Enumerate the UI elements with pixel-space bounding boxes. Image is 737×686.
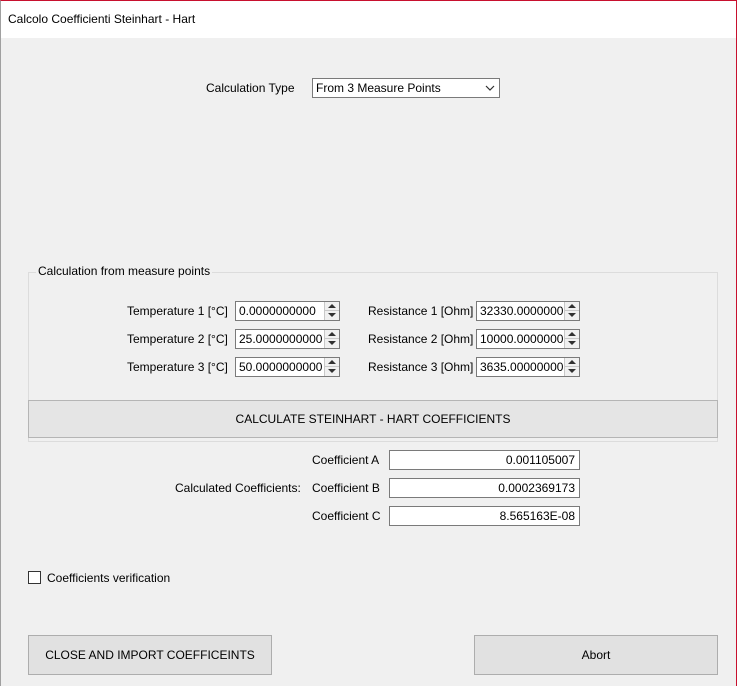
- resistance-3-input[interactable]: 3635.00000000: [476, 357, 580, 377]
- temperature-1-value: 0.0000000000: [239, 304, 316, 318]
- resistance-3-label: Resistance 3 [Ohm]: [368, 360, 474, 374]
- temperature-2-input[interactable]: 25.0000000000: [235, 329, 340, 349]
- resistance-3-value: 3635.00000000: [480, 360, 564, 374]
- resistance-2-spinner[interactable]: [564, 330, 579, 348]
- coefficients-verification-checkbox[interactable]: [28, 571, 41, 584]
- spin-down-icon[interactable]: [565, 367, 579, 376]
- coefficient-b-field[interactable]: 0.0002369173: [389, 478, 580, 498]
- coefficient-c-value: 8.565163E-08: [499, 509, 575, 523]
- coefficient-a-label: Coefficient A: [312, 453, 380, 467]
- spin-down-icon[interactable]: [565, 339, 579, 348]
- close-and-import-button[interactable]: CLOSE AND IMPORT COEFFICEINTS: [28, 635, 272, 675]
- spin-down-icon[interactable]: [325, 339, 339, 348]
- temperature-1-label: Temperature 1 [°C]: [127, 304, 228, 318]
- temperature-3-input[interactable]: 50.0000000000: [235, 357, 340, 377]
- spin-down-icon[interactable]: [325, 311, 339, 320]
- resistance-1-label: Resistance 1 [Ohm]: [368, 304, 474, 318]
- spin-up-icon[interactable]: [565, 358, 579, 367]
- coefficient-b-label: Coefficient B: [312, 481, 380, 495]
- resistance-3-spinner[interactable]: [564, 358, 579, 376]
- resistance-1-input[interactable]: 32330.0000000: [476, 301, 580, 321]
- coefficient-a-value: 0.001105007: [505, 453, 575, 467]
- temperature-1-spinner[interactable]: [324, 302, 339, 320]
- resistance-1-spinner[interactable]: [564, 302, 579, 320]
- steinhart-hart-dialog: Calcolo Coefficienti Steinhart - Hart Ca…: [0, 0, 737, 686]
- resistance-2-value: 10000.0000000: [480, 332, 564, 346]
- calculation-type-label: Calculation Type: [206, 81, 295, 95]
- temperature-3-value: 50.0000000000: [239, 360, 323, 374]
- calculation-type-selected: From 3 Measure Points: [316, 81, 441, 95]
- window-title: Calcolo Coefficienti Steinhart - Hart: [8, 12, 196, 26]
- resistance-1-value: 32330.0000000: [480, 304, 564, 318]
- temperature-3-label: Temperature 3 [°C]: [127, 360, 228, 374]
- chevron-down-icon: [485, 85, 495, 91]
- spin-up-icon[interactable]: [565, 302, 579, 311]
- temperature-2-label: Temperature 2 [°C]: [127, 332, 228, 346]
- measure-points-group-title: Calculation from measure points: [36, 264, 213, 278]
- resistance-2-label: Resistance 2 [Ohm]: [368, 332, 474, 346]
- coefficient-b-value: 0.0002369173: [498, 481, 575, 495]
- spin-up-icon[interactable]: [325, 302, 339, 311]
- calculation-type-dropdown[interactable]: From 3 Measure Points: [312, 78, 500, 98]
- coefficient-c-label: Coefficient C: [312, 509, 381, 523]
- spin-down-icon[interactable]: [325, 367, 339, 376]
- title-bar[interactable]: Calcolo Coefficienti Steinhart - Hart: [0, 0, 737, 38]
- calculate-coefficients-button[interactable]: CALCULATE STEINHART - HART COEFFICIENTS: [28, 400, 718, 438]
- temperature-2-value: 25.0000000000: [239, 332, 323, 346]
- coefficient-a-field[interactable]: 0.001105007: [389, 450, 580, 470]
- coefficients-verification-label: Coefficients verification: [47, 571, 171, 585]
- temperature-1-input[interactable]: 0.0000000000: [235, 301, 340, 321]
- resistance-2-input[interactable]: 10000.0000000: [476, 329, 580, 349]
- temperature-3-spinner[interactable]: [324, 358, 339, 376]
- calculated-coefficients-label: Calculated Coefficients:: [175, 481, 301, 495]
- spin-down-icon[interactable]: [565, 311, 579, 320]
- abort-button[interactable]: Abort: [474, 635, 718, 675]
- temperature-2-spinner[interactable]: [324, 330, 339, 348]
- coefficient-c-field[interactable]: 8.565163E-08: [389, 506, 580, 526]
- spin-up-icon[interactable]: [325, 358, 339, 367]
- spin-up-icon[interactable]: [565, 330, 579, 339]
- spin-up-icon[interactable]: [325, 330, 339, 339]
